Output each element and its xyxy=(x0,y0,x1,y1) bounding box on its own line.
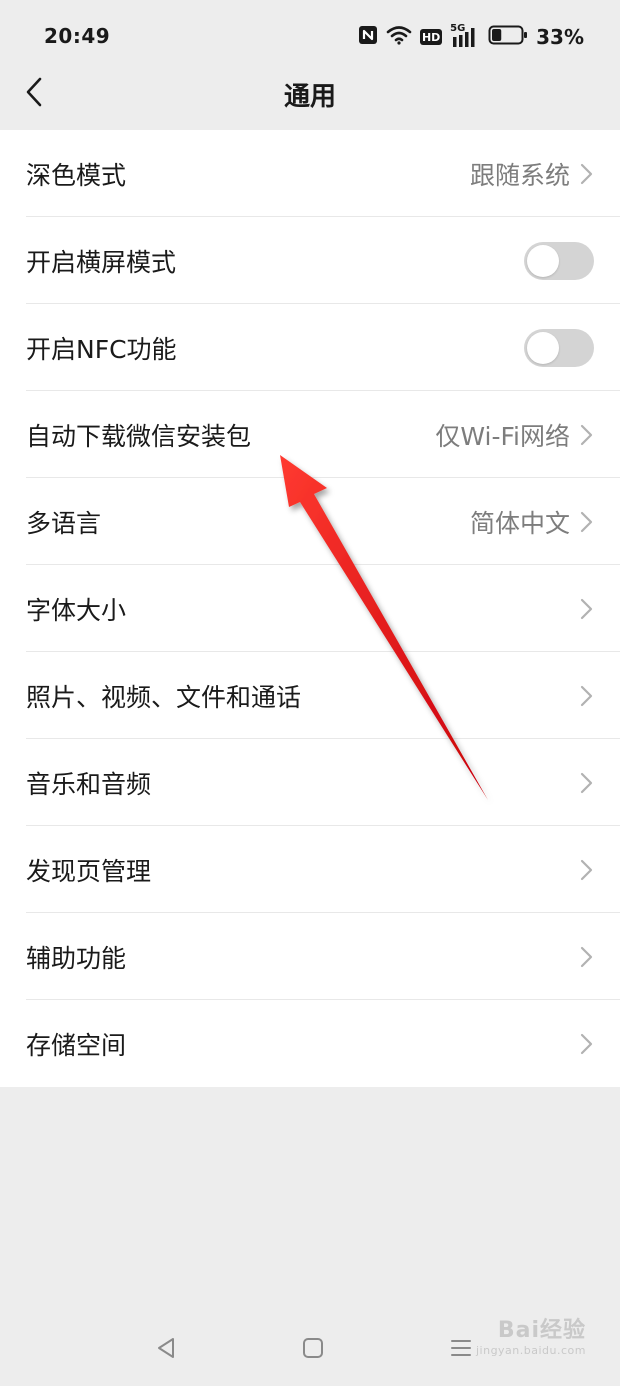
row-right xyxy=(580,1033,594,1055)
settings-row-audio[interactable]: 音乐和音频 xyxy=(0,739,620,826)
signal-icon: 5G xyxy=(450,23,480,49)
status-time: 20:49 xyxy=(44,24,111,48)
row-label: 深色模式 xyxy=(26,160,127,190)
triangle-back-icon xyxy=(158,1338,174,1358)
square-home-icon xyxy=(303,1338,323,1358)
row-right xyxy=(580,946,594,968)
chevron-right-icon xyxy=(580,511,593,532)
settings-row-storage[interactable]: 存储空间 xyxy=(0,1000,620,1087)
chevron-right-icon xyxy=(580,859,593,880)
chevron-right-icon xyxy=(580,685,593,706)
row-label: 多语言 xyxy=(26,508,102,538)
status-icons: HD 5G 33% xyxy=(358,22,584,52)
nfc-icon xyxy=(358,25,378,49)
settings-row-language[interactable]: 多语言 简体中文 xyxy=(0,478,620,565)
nav-bar: 通用 xyxy=(0,58,620,130)
settings-row-dark-mode[interactable]: 深色模式 跟随系统 xyxy=(0,130,620,217)
row-right: 跟随系统 xyxy=(470,156,594,192)
row-right: 仅Wi-Fi网络 xyxy=(435,417,594,453)
menu-lines-icon xyxy=(451,1340,471,1356)
row-right xyxy=(580,772,594,794)
settings-row-discover[interactable]: 发现页管理 xyxy=(0,826,620,913)
battery-percent: 33% xyxy=(536,25,584,49)
row-label: 存储空间 xyxy=(26,1030,127,1060)
watermark-brand: Bai经验 xyxy=(497,1318,586,1343)
system-home-button[interactable] xyxy=(293,1328,333,1368)
row-right xyxy=(524,328,594,367)
settings-row-nfc: 开启NFC功能 xyxy=(0,304,620,391)
watermark-url: jingyan.baidu.com xyxy=(475,1344,586,1357)
chevron-right-icon xyxy=(580,1033,593,1054)
toggle-knob xyxy=(527,331,559,364)
settings-row-auto-download[interactable]: 自动下载微信安装包 仅Wi-Fi网络 xyxy=(0,391,620,478)
chevron-right-icon xyxy=(580,946,593,967)
row-value: 仅Wi-Fi网络 xyxy=(435,421,570,451)
row-right: 简体中文 xyxy=(470,504,594,540)
watermark: Bai经验 jingyan.baidu.com xyxy=(476,1318,586,1362)
wifi-icon xyxy=(386,25,412,49)
row-label: 照片、视频、文件和通话 xyxy=(26,682,302,712)
chevron-right-icon xyxy=(580,772,593,793)
row-label: 发现页管理 xyxy=(26,856,152,886)
nfc-toggle[interactable] xyxy=(524,328,594,367)
row-right xyxy=(580,598,594,620)
settings-row-accessibility[interactable]: 辅助功能 xyxy=(0,913,620,1000)
row-right xyxy=(580,685,594,707)
row-label: 自动下载微信安装包 xyxy=(26,421,252,451)
row-label: 开启NFC功能 xyxy=(26,334,177,364)
row-label: 辅助功能 xyxy=(26,943,127,973)
row-right xyxy=(580,859,594,881)
chevron-right-icon xyxy=(580,163,593,184)
toggle-knob xyxy=(527,244,559,277)
landscape-toggle[interactable] xyxy=(524,241,594,280)
settings-row-font-size[interactable]: 字体大小 xyxy=(0,565,620,652)
row-label: 字体大小 xyxy=(26,595,127,625)
chevron-right-icon xyxy=(580,598,593,619)
row-value: 跟随系统 xyxy=(469,160,570,190)
settings-list: 深色模式 跟随系统 开启横屏模式 开启NFC功能 自动下载微信安装包 仅Wi-F… xyxy=(0,130,620,1087)
row-value: 简体中文 xyxy=(469,508,570,538)
row-label: 开启横屏模式 xyxy=(26,247,177,277)
battery-icon xyxy=(488,24,528,50)
page-title: 通用 xyxy=(283,82,336,112)
chevron-right-icon xyxy=(580,424,593,445)
system-back-button[interactable] xyxy=(146,1328,186,1368)
settings-row-landscape: 开启横屏模式 xyxy=(0,217,620,304)
settings-row-media[interactable]: 照片、视频、文件和通话 xyxy=(0,652,620,739)
row-right xyxy=(524,241,594,280)
hd-badge: HD xyxy=(420,29,443,45)
row-label: 音乐和音频 xyxy=(26,769,152,799)
